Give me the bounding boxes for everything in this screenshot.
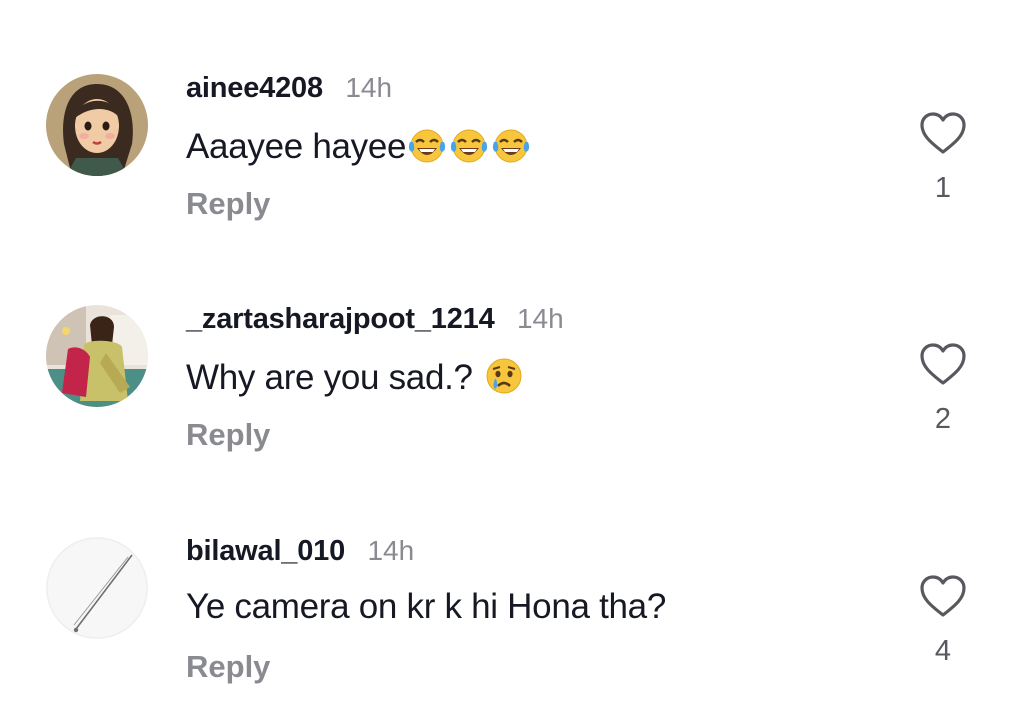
crying-face-icon [486,358,522,394]
comment-item: _zartasharajpoot_1214 14h Why are you sa… [0,303,1024,483]
avatar[interactable] [46,537,148,639]
comment-text: Aaayee hayee [186,124,532,167]
like-count: 1 [934,172,952,204]
timestamp: 14h [516,303,564,334]
reply-button[interactable]: Reply [186,649,270,685]
avatar[interactable] [46,74,148,176]
heart-icon[interactable] [918,341,968,387]
comment-header: ainee4208 14h [186,72,392,106]
comment-item: bilawal_010 14h Ye camera on kr k hi Hon… [0,535,1024,715]
comment-header: bilawal_010 14h [186,535,414,569]
like-control: 2 [915,341,971,436]
comment-text: Ye camera on kr k hi Hona tha? [186,587,666,627]
face-with-tears-of-joy-icon [409,129,446,163]
face-with-tears-of-joy-icon [451,129,488,163]
like-control: 1 [915,110,971,205]
face-with-tears-of-joy-icon [493,129,530,163]
timestamp: 14h [345,72,393,103]
comment-body: Why are you sad.? [186,358,473,397]
heart-icon[interactable] [918,573,968,619]
username[interactable]: _zartasharajpoot_1214 [186,303,495,335]
like-count: 4 [934,635,952,667]
comment-body: Ye camera on kr k hi Hona tha? [186,587,666,626]
avatar[interactable] [46,305,148,407]
like-count: 2 [934,403,952,435]
username[interactable]: bilawal_010 [186,535,345,567]
comment-header: _zartasharajpoot_1214 14h [186,303,564,337]
comment-body: Aaayee hayee [186,127,407,166]
like-control: 4 [915,573,971,668]
comment-text: Why are you sad.? [186,355,525,398]
reply-button[interactable]: Reply [186,186,270,222]
comment-item: ainee4208 14h Aaayee hayee Reply 1 [0,72,1024,252]
reply-button[interactable]: Reply [186,417,270,453]
username[interactable]: ainee4208 [186,72,323,104]
heart-icon[interactable] [918,110,968,156]
timestamp: 14h [367,535,415,566]
